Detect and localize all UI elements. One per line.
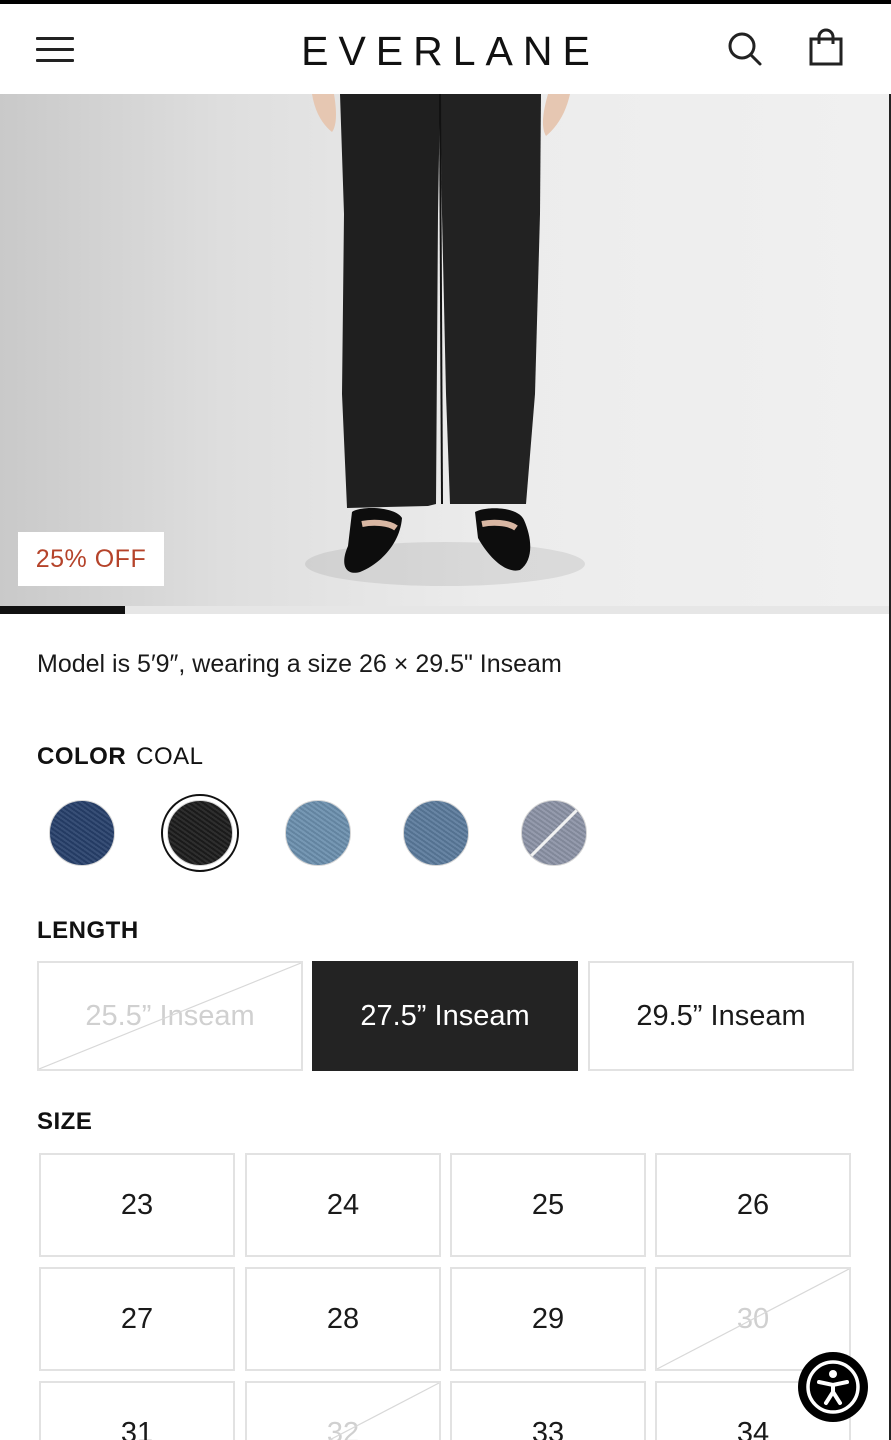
length-option-label: 25.5” Inseam	[85, 1000, 255, 1032]
shopping-bag-icon[interactable]	[806, 28, 846, 68]
color-swatch[interactable]	[521, 800, 587, 866]
size-option-label: 31	[120, 1417, 154, 1440]
selected-color-name: COAL	[136, 743, 204, 770]
color-swatch[interactable]	[49, 800, 115, 866]
size-option-label: 34	[736, 1417, 770, 1440]
site-header: EVERLANE	[0, 4, 891, 94]
size-option[interactable]: 27	[39, 1267, 235, 1371]
size-option[interactable]: 25	[450, 1153, 646, 1257]
size-option[interactable]: 31	[39, 1381, 235, 1440]
size-option[interactable]: 24	[245, 1153, 441, 1257]
color-label: COLOR	[37, 743, 127, 770]
size-option-label: 33	[531, 1417, 565, 1440]
size-option[interactable]: 23	[39, 1153, 235, 1257]
size-option-label: 30	[736, 1303, 770, 1335]
search-icon[interactable]	[724, 28, 764, 68]
length-option-label: 29.5” Inseam	[636, 1000, 806, 1032]
size-option-label: 23	[120, 1189, 154, 1221]
model-jeans-photo	[305, 94, 585, 586]
length-option-label: 27.5” Inseam	[360, 1000, 530, 1032]
gallery-progress-bar	[0, 606, 891, 614]
size-label: SIZE	[37, 1108, 93, 1135]
size-option-label: 26	[736, 1189, 770, 1221]
size-option[interactable]: 32	[245, 1381, 441, 1440]
size-option[interactable]: 29	[450, 1267, 646, 1371]
color-section-label: COLOR COAL	[37, 743, 204, 771]
size-option[interactable]: 33	[450, 1381, 646, 1440]
selected-swatch-ring	[161, 794, 239, 872]
size-option-label: 24	[326, 1189, 360, 1221]
length-option[interactable]: 25.5” Inseam	[37, 961, 303, 1071]
size-option-label: 29	[531, 1303, 565, 1335]
size-option[interactable]: 28	[245, 1267, 441, 1371]
length-label: LENGTH	[37, 917, 139, 944]
size-option[interactable]: 26	[655, 1153, 851, 1257]
color-swatch[interactable]	[403, 800, 469, 866]
model-size-caption: Model is 5′9″, wearing a size 26 × 29.5"…	[37, 650, 562, 678]
length-option[interactable]: 27.5” Inseam	[312, 961, 578, 1071]
product-image[interactable]: 25% OFF	[0, 94, 891, 606]
size-option-label: 25	[531, 1189, 565, 1221]
size-option-label: 27	[120, 1303, 154, 1335]
size-option-label: 32	[326, 1417, 360, 1440]
discount-badge: 25% OFF	[18, 532, 164, 586]
size-option-label: 28	[326, 1303, 360, 1335]
accessibility-icon[interactable]	[798, 1352, 868, 1422]
gallery-progress-fill	[0, 606, 125, 614]
length-option[interactable]: 29.5” Inseam	[588, 961, 854, 1071]
color-swatch[interactable]	[285, 800, 351, 866]
